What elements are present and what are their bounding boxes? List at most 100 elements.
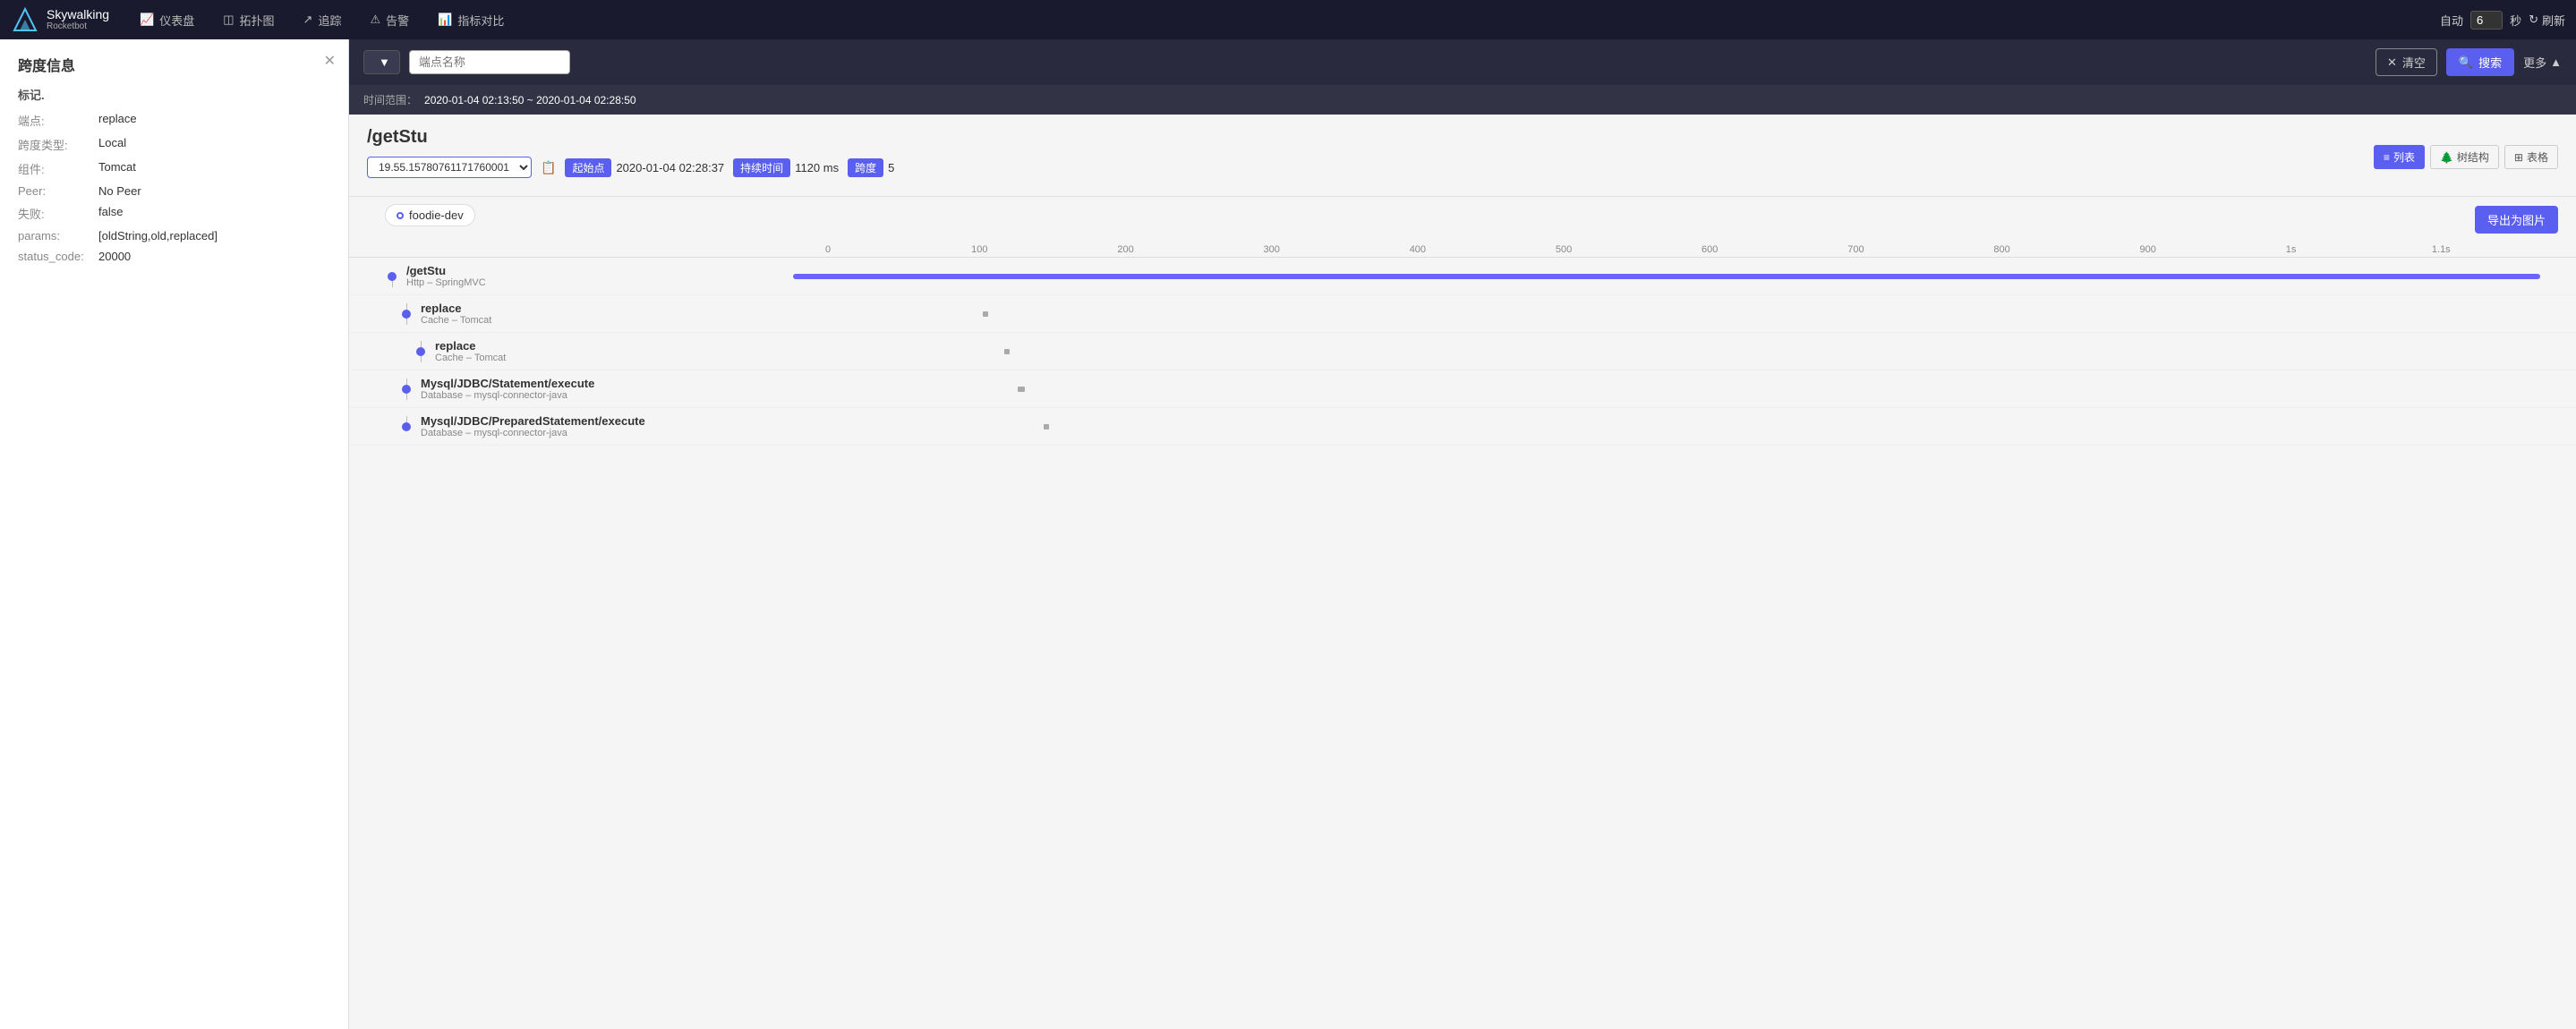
ruler-mark-500: 500 [1554, 244, 1700, 255]
span-bar-3 [807, 381, 2558, 397]
top-nav: Skywalking Rocketbot 📈 仪表盘 ◫ 拓扑图 ↗ 追踪 ⚠ … [0, 0, 2576, 39]
nav-alarm[interactable]: ⚠ 告警 [357, 6, 422, 34]
table-icon: ⊞ [2514, 151, 2523, 164]
info-error: 失败: false [18, 205, 330, 222]
more-button[interactable]: 更多 ▲ [2523, 54, 2562, 71]
span-row-4[interactable]: Mysql/JDBC/PreparedStatement/execute Dat… [349, 408, 2576, 446]
dot-4 [402, 422, 411, 431]
span-sub-2: Cache – Tomcat [435, 353, 822, 363]
ruler-mark-900: 900 [2138, 244, 2284, 255]
ruler-mark-200: 200 [1115, 244, 1261, 255]
trace-id-select[interactable]: 19.55.15780761171760001 [367, 157, 532, 178]
dot-2 [416, 347, 425, 356]
export-button[interactable]: 导出为图片 [2475, 206, 2558, 234]
clear-icon: ✕ [2387, 55, 2397, 70]
refresh-icon: ↻ [2529, 13, 2538, 27]
meta-spans: 跨度 5 [848, 158, 894, 177]
span-row-0[interactable]: /getStu Http – SpringMVC [349, 258, 2576, 295]
service-select[interactable]: ▼ [363, 50, 400, 74]
span-info-3: Mysql/JDBC/Statement/execute Database – … [414, 377, 807, 401]
ruler-mark-600: 600 [1700, 244, 1846, 255]
time-range-label: 时间范围： [363, 92, 417, 107]
table-view-button[interactable]: ⊞ 表格 [2504, 145, 2558, 169]
logo-icon [11, 5, 39, 34]
service-tag: foodie-dev [385, 204, 475, 226]
trace-meta: 19.55.15780761171760001 📋 起始点 2020-01-04… [367, 157, 894, 187]
span-info-2: replace Cache – Tomcat [428, 339, 822, 363]
topology-icon: ◫ [223, 13, 234, 27]
sidebar-panel: 跨度信息 ✕ 标记. 端点: replace 跨度类型: Local 组件: T… [0, 39, 349, 1029]
dot-0 [388, 272, 397, 281]
info-span-type: 跨度类型: Local [18, 136, 330, 153]
span-row-3[interactable]: Mysql/JDBC/Statement/execute Database – … [349, 370, 2576, 408]
span-name-4: Mysql/JDBC/PreparedStatement/execute [421, 414, 807, 428]
bar-3 [1018, 387, 1025, 392]
nav-compare[interactable]: 📊 指标对比 [425, 6, 516, 34]
bar-1 [983, 311, 988, 317]
nav-dashboard[interactable]: 📈 仪表盘 [127, 6, 207, 34]
span-bar-2 [822, 344, 2558, 360]
meta-duration: 持续时间 1120 ms [733, 158, 839, 177]
list-view-button[interactable]: ≡ 列表 [2374, 145, 2425, 169]
info-endpoint: 端点: replace [18, 112, 330, 129]
span-info-4: Mysql/JDBC/PreparedStatement/execute Dat… [414, 414, 807, 438]
search-button[interactable]: 🔍 搜索 [2446, 48, 2514, 76]
info-params: params: [oldString,old,replaced] [18, 229, 330, 242]
app-name: Skywalking [47, 8, 109, 21]
tree-view-button[interactable]: 🌲 树结构 [2430, 145, 2499, 169]
ruler-mark-300: 300 [1262, 244, 1408, 255]
trace-title: /getStu [367, 127, 894, 148]
chevron-down-icon: ▼ [379, 55, 390, 69]
span-info-1: replace Cache – Tomcat [414, 302, 807, 326]
tree-icon: 🌲 [2440, 151, 2453, 164]
alarm-icon: ⚠ [370, 13, 380, 27]
nav-items: 📈 仪表盘 ◫ 拓扑图 ↗ 追踪 ⚠ 告警 📊 指标对比 [127, 6, 2440, 34]
ruler-mark-1s: 1s [2284, 244, 2430, 255]
span-bar-1 [807, 306, 2558, 322]
connector-2 [414, 347, 428, 356]
bar-4 [1044, 424, 1049, 429]
trace-icon: ↗ [303, 13, 313, 27]
nav-topology[interactable]: ◫ 拓扑图 [210, 6, 286, 34]
logo: Skywalking Rocketbot [11, 5, 109, 34]
trace-header: /getStu 19.55.15780761171760001 📋 起始点 20… [349, 115, 2576, 197]
span-bar-4 [807, 419, 2558, 435]
connector-1 [399, 310, 414, 319]
endpoint-input[interactable] [409, 50, 570, 74]
filter-bar: ▼ ✕ 清空 🔍 搜索 更多 ▲ [349, 39, 2576, 85]
info-peer: Peer: No Peer [18, 184, 330, 198]
copy-icon[interactable]: 📋 [541, 160, 556, 175]
app-sub: Rocketbot [47, 21, 109, 31]
meta-start: 起始点 2020-01-04 02:28:37 [565, 158, 724, 177]
span-sub-4: Database – mysql-connector-java [421, 428, 807, 438]
connector-3 [399, 385, 414, 394]
list-icon: ≡ [2384, 151, 2390, 164]
dashboard-icon: 📈 [140, 13, 154, 27]
spans-container: /getStu Http – SpringMVC replace [349, 258, 2576, 1029]
time-bar: 时间范围： 2020-01-04 02:13:50 ~ 2020-01-04 0… [349, 85, 2576, 115]
ruler: 0 100 200 300 400 500 600 700 800 900 1s… [349, 242, 2576, 258]
clear-button[interactable]: ✕ 清空 [2376, 48, 2437, 76]
panel-close-button[interactable]: ✕ [324, 52, 336, 70]
refresh-button[interactable]: ↻ 刷新 [2529, 12, 2565, 29]
auto-label: 自动 [2440, 12, 2463, 29]
info-component: 组件: Tomcat [18, 160, 330, 177]
bar-2 [1004, 349, 1010, 354]
section-label: 标记. [18, 86, 330, 103]
refresh-interval-input[interactable] [2470, 11, 2503, 30]
connector-4 [399, 422, 414, 431]
panel-title: 跨度信息 [18, 54, 330, 75]
service-export-row: foodie-dev 导出为图片 [349, 197, 2576, 242]
ruler-mark-800: 800 [1992, 244, 2137, 255]
service-tag-label: foodie-dev [409, 208, 464, 222]
span-sub-0: Http – SpringMVC [406, 277, 793, 288]
span-row-1[interactable]: replace Cache – Tomcat [349, 295, 2576, 333]
span-name-2: replace [435, 339, 822, 353]
nav-trace[interactable]: ↗ 追踪 [291, 6, 354, 34]
seconds-label: 秒 [2510, 12, 2521, 29]
ruler-mark-11s: 1.1s [2430, 244, 2576, 255]
bar-0 [793, 274, 2540, 279]
trace-main: /getStu 19.55.15780761171760001 📋 起始点 20… [349, 115, 2576, 1029]
span-row-2[interactable]: replace Cache – Tomcat [349, 333, 2576, 370]
chevron-up-icon: ▲ [2550, 55, 2562, 69]
